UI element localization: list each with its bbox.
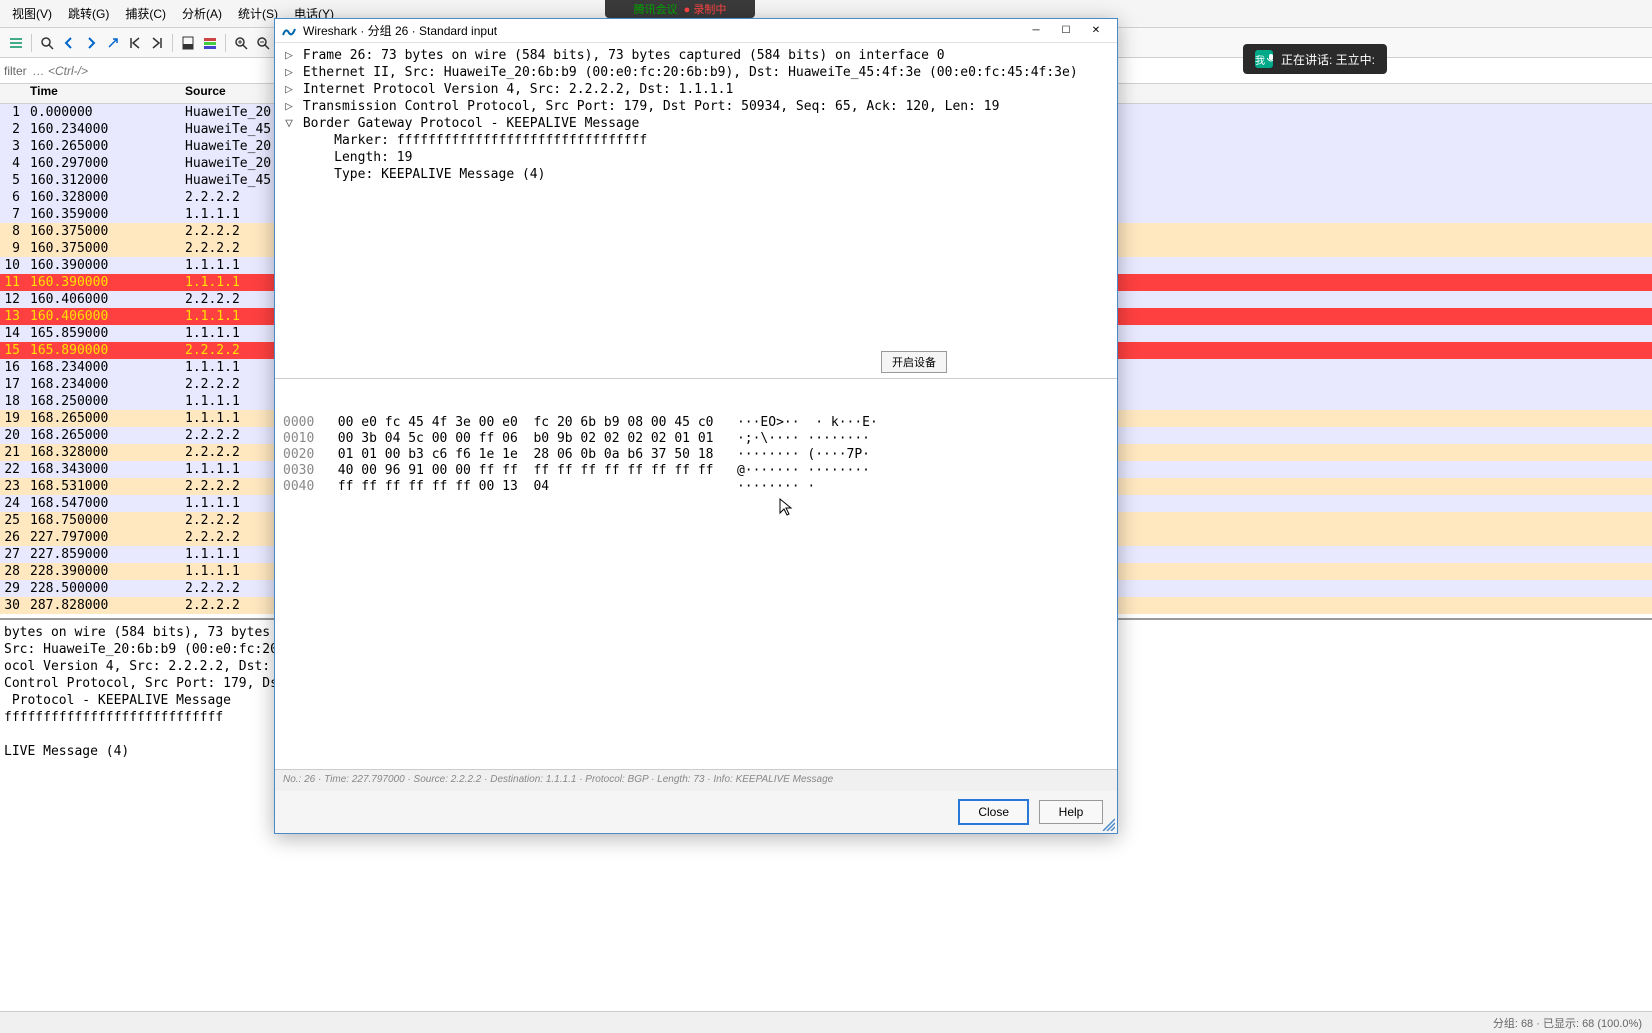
toolbar-zoomin-icon[interactable] bbox=[231, 33, 251, 53]
dialog-button-bar: Close Help bbox=[275, 791, 1117, 833]
toolbar-separator bbox=[31, 34, 32, 52]
resize-grip-icon[interactable] bbox=[1101, 817, 1115, 831]
col-time[interactable]: Time bbox=[22, 84, 177, 103]
tree-item[interactable]: Marker: ffffffffffffffffffffffffffffffff bbox=[283, 132, 1109, 149]
toolbar-prev-icon[interactable] bbox=[59, 33, 79, 53]
mic-icon: 我 bbox=[1255, 50, 1273, 68]
hex-row[interactable]: 0040 ff ff ff ff ff ff 00 13 04 ········… bbox=[283, 479, 1109, 495]
help-button[interactable]: Help bbox=[1039, 800, 1103, 824]
filter-label: filter bbox=[4, 64, 27, 78]
dialog-titlebar[interactable]: Wireshark · 分组 26 · Standard input ─ ☐ ✕ bbox=[275, 19, 1117, 43]
hex-row[interactable]: 0000 00 e0 fc 45 4f 3e 00 e0 fc 20 6b b9… bbox=[283, 415, 1109, 431]
speaker-text: 正在讲话: 王立中: bbox=[1281, 51, 1375, 68]
tree-item[interactable]: ▷ Ethernet II, Src: HuaweiTe_20:6b:b9 (0… bbox=[283, 64, 1109, 81]
tree-toggle-icon[interactable]: ▷ bbox=[283, 98, 295, 115]
video-overlay bbox=[0, 951, 1652, 1011]
toolbar-zoomout-icon[interactable] bbox=[253, 33, 273, 53]
maximize-button[interactable]: ☐ bbox=[1051, 21, 1081, 41]
menu-analyze[interactable]: 分析(A) bbox=[174, 1, 230, 26]
toolbar-jump-icon[interactable] bbox=[103, 33, 123, 53]
menu-capture[interactable]: 捕获(C) bbox=[117, 1, 174, 26]
toolbar-next-icon[interactable] bbox=[81, 33, 101, 53]
tree-toggle-icon[interactable]: ▽ bbox=[283, 115, 295, 132]
toolbar-autoscroll-icon[interactable] bbox=[178, 33, 198, 53]
dialog-status-bar: No.: 26 · Time: 227.797000 · Source: 2.2… bbox=[275, 769, 1117, 791]
speaker-indicator: 我 正在讲话: 王立中: bbox=[1243, 44, 1387, 74]
packet-detail-dialog: Wireshark · 分组 26 · Standard input ─ ☐ ✕… bbox=[274, 18, 1118, 834]
hex-dump-pane[interactable]: 0000 00 e0 fc 45 4f 3e 00 e0 fc 20 6b b9… bbox=[275, 379, 1117, 769]
tree-item[interactable]: Length: 19 bbox=[283, 149, 1109, 166]
tree-item[interactable]: ▷ Transmission Control Protocol, Src Por… bbox=[283, 98, 1109, 115]
status-packets: 分组: 68 · 已显示: 68 (100.0%) bbox=[1493, 1015, 1642, 1031]
close-window-button[interactable]: ✕ bbox=[1081, 21, 1111, 41]
tree-toggle-icon[interactable]: ▷ bbox=[283, 81, 295, 98]
meeting-recording-banner: 腾讯会议 ● 录制中 bbox=[605, 0, 755, 18]
toolbar-first-icon[interactable] bbox=[125, 33, 145, 53]
hex-row[interactable]: 0020 01 01 00 b3 c6 f6 1e 1e 28 06 0b 0a… bbox=[283, 447, 1109, 463]
toolbar-list-icon[interactable] bbox=[6, 33, 26, 53]
packet-tree-pane[interactable]: ▷ Frame 26: 73 bytes on wire (584 bits),… bbox=[275, 43, 1117, 379]
minimize-button[interactable]: ─ bbox=[1021, 21, 1051, 41]
tree-toggle-icon[interactable] bbox=[283, 132, 295, 149]
status-bar: No.: 26 分组: 68 · 已显示: 68 (100.0%) bbox=[0, 1011, 1652, 1033]
dialog-title: Wireshark · 分组 26 · Standard input bbox=[303, 22, 1021, 39]
tree-toggle-icon[interactable] bbox=[283, 166, 295, 183]
wireshark-icon bbox=[281, 23, 297, 39]
toolbar-separator bbox=[172, 34, 173, 52]
recording-status: ● 录制中 bbox=[684, 1, 727, 17]
tree-toggle-icon[interactable]: ▷ bbox=[283, 47, 295, 64]
toolbar-colorize-icon[interactable] bbox=[200, 33, 220, 53]
tree-toggle-icon[interactable] bbox=[283, 149, 295, 166]
toolbar-last-icon[interactable] bbox=[147, 33, 167, 53]
menu-view[interactable]: 视图(V) bbox=[4, 1, 60, 26]
tree-item[interactable]: ▷ Frame 26: 73 bytes on wire (584 bits),… bbox=[283, 47, 1109, 64]
hex-row[interactable]: 0030 40 00 96 91 00 00 ff ff ff ff ff ff… bbox=[283, 463, 1109, 479]
tree-item[interactable]: ▷ Internet Protocol Version 4, Src: 2.2.… bbox=[283, 81, 1109, 98]
enable-device-button[interactable]: 开启设备 bbox=[881, 351, 947, 373]
meeting-name: 腾讯会议 bbox=[634, 1, 678, 17]
tree-item[interactable]: ▽ Border Gateway Protocol - KEEPALIVE Me… bbox=[283, 115, 1109, 132]
tree-toggle-icon[interactable]: ▷ bbox=[283, 64, 295, 81]
toolbar-separator bbox=[225, 34, 226, 52]
toolbar-search-icon[interactable] bbox=[37, 33, 57, 53]
menu-go[interactable]: 跳转(G) bbox=[60, 1, 117, 26]
hex-row[interactable]: 0010 00 3b 04 5c 00 00 ff 06 b0 9b 02 02… bbox=[283, 431, 1109, 447]
tree-item[interactable]: Type: KEEPALIVE Message (4) bbox=[283, 166, 1109, 183]
close-button[interactable]: Close bbox=[958, 799, 1029, 825]
